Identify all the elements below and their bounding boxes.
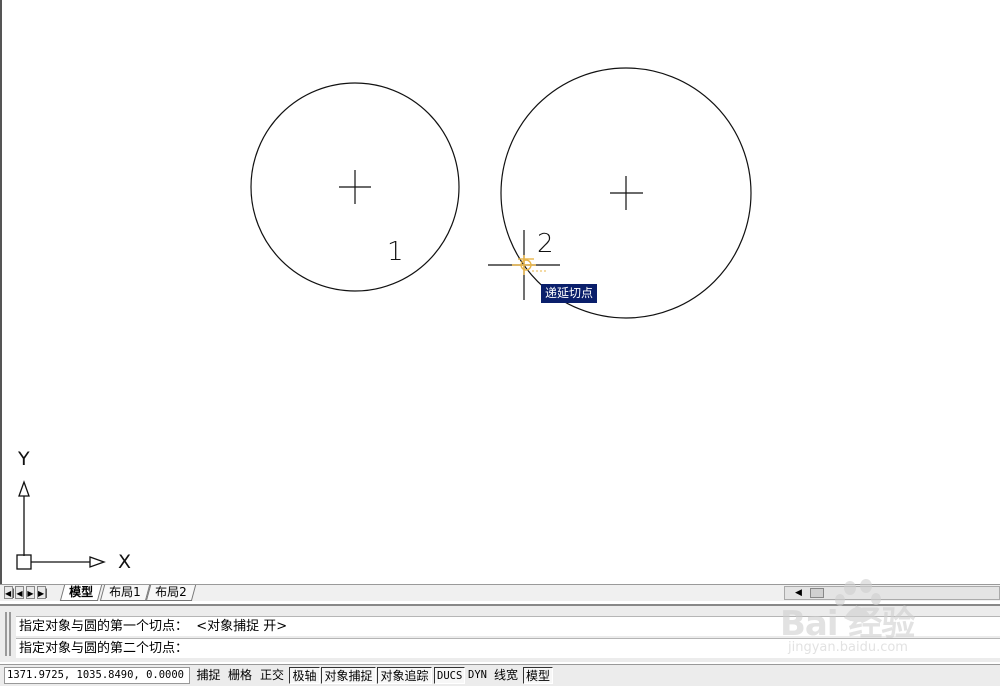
tab-first-button[interactable]: ◀│ <box>4 586 16 599</box>
toggle-grid[interactable]: 栅格 <box>225 667 255 684</box>
toggle-dyn[interactable]: DYN <box>465 667 490 684</box>
coordinate-readout[interactable]: 1371.9725, 1035.8490, 0.0000 <box>4 667 190 684</box>
snap-tooltip: 递延切点 <box>541 284 598 303</box>
tab-prev-button[interactable]: ◀ <box>15 586 24 599</box>
toggle-ducs[interactable]: DUCS <box>434 667 465 684</box>
status-bar: 1371.9725, 1035.8490, 0.0000 捕捉 栅格 正交 极轴… <box>0 664 1000 686</box>
command-history-line: 指定对象与圆的第一个切点： <对象捕捉 开> <box>16 616 1000 636</box>
ucs-icon <box>16 480 106 570</box>
ucs-y-label: Y <box>18 448 30 470</box>
tab-next-button[interactable]: ▶ <box>26 586 35 599</box>
toggle-object-snap[interactable]: 对象捕捉 <box>321 667 376 684</box>
toggle-object-tracking[interactable]: 对象追踪 <box>377 667 432 684</box>
command-prompt-line[interactable]: 指定对象与圆的第二个切点： <box>16 638 1000 658</box>
drawing-svg[interactable] <box>2 0 1000 584</box>
horizontal-scrollbar[interactable]: ◀ <box>784 586 1000 600</box>
tab-model[interactable]: 模型 <box>59 585 103 601</box>
scrollbar-thumb[interactable] <box>810 588 824 598</box>
tab-layout2-label: 布局2 <box>155 585 187 599</box>
toggle-polar[interactable]: 极轴 <box>289 667 320 684</box>
tab-layout1-label: 布局1 <box>109 585 141 599</box>
layout-tab-bar: ◀│ ◀ ▶ ▶│ 模型 布局1 布局2 ◀ <box>0 584 1000 601</box>
circle-1-label: 1 <box>387 237 404 267</box>
command-window: 指定对象与圆的第一个切点： <对象捕捉 开> 指定对象与圆的第二个切点： <box>0 604 1000 662</box>
toggle-snap[interactable]: 捕捉 <box>194 667 223 684</box>
scroll-left-icon[interactable]: ◀ <box>795 587 802 599</box>
toggle-model[interactable]: 模型 <box>523 667 553 684</box>
tab-model-label: 模型 <box>69 585 94 599</box>
tab-last-button[interactable]: ▶│ <box>37 586 49 599</box>
drawing-canvas[interactable]: 1 2 递延切点 Y X <box>0 0 1000 584</box>
tab-layout2[interactable]: 布局2 <box>145 585 196 601</box>
ucs-x-label: X <box>118 551 132 573</box>
toggle-lineweight[interactable]: 线宽 <box>491 667 521 684</box>
command-window-grip[interactable] <box>5 612 11 656</box>
tab-layout1[interactable]: 布局1 <box>99 585 150 601</box>
circle-2-label: 2 <box>537 229 554 259</box>
toggle-ortho[interactable]: 正交 <box>257 667 287 684</box>
